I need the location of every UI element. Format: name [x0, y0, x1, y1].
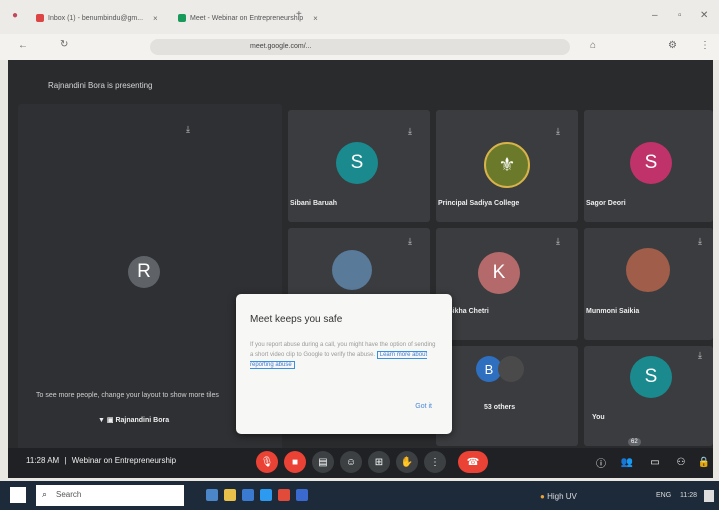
app-icon[interactable] [296, 489, 308, 501]
maximize-icon[interactable]: ▫ [678, 10, 682, 21]
menu-dots-icon[interactable]: ⋮ [700, 40, 710, 51]
separator: | [64, 456, 67, 465]
participant-name: Sikha Chetri [448, 308, 489, 315]
captions-button[interactable]: ▤ [312, 451, 334, 473]
participant-name: Sagor Deori [586, 200, 626, 207]
taskbar-search[interactable]: ⌕ Search [36, 485, 184, 506]
meeting-title: Webinar on Entrepreneurship [71, 456, 177, 465]
present-button[interactable]: ⊞ [368, 451, 390, 473]
avatar-s: S [630, 142, 672, 184]
system-clock[interactable]: 11:28 [680, 492, 697, 499]
store-icon[interactable] [242, 489, 254, 501]
participant-name: Principal Sadiya College [438, 200, 520, 207]
refresh-icon[interactable]: ↻ [60, 39, 68, 50]
meet-icon [178, 14, 186, 22]
got-it-button[interactable]: Got it [415, 403, 432, 410]
tab-meet-label: Meet - Webinar on Entrepreneurship [190, 14, 304, 22]
new-tab-icon[interactable]: + [296, 9, 302, 20]
participant-count-badge: 62 [628, 438, 641, 446]
extensions-icon[interactable]: ⚙ [668, 40, 677, 51]
file-explorer-icon[interactable] [224, 489, 236, 501]
college-logo-icon: ⚜ [484, 142, 530, 188]
tab-inbox[interactable]: Inbox (1) - benumbindu@gm... × [36, 8, 158, 28]
camera-off-button[interactable]: ■ [284, 451, 306, 473]
info-icon[interactable]: ⓘ [590, 451, 612, 473]
tab-close-icon[interactable]: × [313, 14, 318, 23]
pin-icon[interactable]: ⤓ [698, 350, 702, 361]
pin-icon[interactable]: ⤓ [408, 236, 412, 247]
browser-menu-icon[interactable]: ● [12, 10, 18, 21]
language-indicator[interactable]: ENG [656, 492, 671, 499]
notification-icon[interactable] [704, 490, 714, 502]
people-icon[interactable]: 👥 [616, 451, 638, 473]
participant-photo-icon [626, 248, 670, 292]
chat-icon[interactable]: ▭ [644, 451, 666, 473]
others-count: 53 others [484, 404, 516, 411]
meeting-info: 11:28 AM | Webinar on Entrepreneurship [26, 456, 176, 465]
back-icon[interactable]: ← [18, 40, 28, 51]
minimize-icon[interactable]: – [652, 10, 658, 21]
gmail-icon [36, 14, 44, 22]
pin-icon[interactable]: ⤓ [556, 126, 560, 137]
activities-icon[interactable]: ⚇ [670, 451, 692, 473]
chrome-icon[interactable] [278, 489, 290, 501]
raise-hand-button[interactable]: ✋ [396, 451, 418, 473]
pin-icon[interactable]: ⤓ [556, 236, 560, 247]
presenter-label: ▼ ▣ Rajnandini Bora [98, 416, 169, 424]
mic-off-button[interactable]: 🎙 [256, 451, 278, 473]
weather-label: ● High UV [540, 492, 577, 501]
dialog-body: If you report abuse during a call, you m… [250, 340, 436, 370]
host-controls-icon[interactable]: 🔒 [696, 451, 712, 473]
avatar-s: S [630, 356, 672, 398]
taskview-icon[interactable] [206, 489, 218, 501]
dialog-title: Meet keeps you safe [250, 314, 343, 325]
tab-inbox-label: Inbox (1) - benumbindu@gm... [48, 14, 144, 22]
avatar-r: R [128, 256, 160, 288]
browser-tab-bar: ● Inbox (1) - benumbindu@gm... × Meet - … [0, 0, 719, 34]
emoji-button[interactable]: ☺ [340, 451, 362, 473]
avatar-photo-icon [498, 356, 524, 382]
pin-icon[interactable]: ⤓ [186, 124, 190, 135]
self-name: You [592, 414, 605, 421]
weather-icon: ● [540, 492, 545, 501]
close-window-icon[interactable]: ✕ [700, 10, 708, 21]
pin-icon[interactable]: ⤓ [408, 126, 412, 137]
pin-icon[interactable]: ⤓ [698, 236, 702, 247]
more-options-button[interactable]: ⋮ [424, 451, 446, 473]
participant-name: Munmoni Saikia [586, 308, 640, 315]
search-icon: ⌕ [42, 489, 48, 499]
presenter-name: Rajnandini Bora [115, 417, 170, 424]
url-field[interactable]: meet.google.com/... [150, 39, 570, 55]
weather-text: High UV [547, 492, 577, 501]
layout-hint: To see more people, change your layout t… [36, 392, 219, 399]
video-thumbnail-icon [332, 250, 372, 290]
home-icon[interactable]: ⌂ [590, 40, 596, 51]
avatar-k: K [478, 252, 520, 294]
meeting-time: 11:28 AM [26, 456, 60, 465]
tab-close-icon[interactable]: × [153, 14, 158, 23]
presenting-banner: Rajnandini Bora is presenting [48, 81, 153, 90]
safety-dialog: Meet keeps you safe If you report abuse … [236, 294, 452, 434]
edge-icon[interactable] [260, 489, 272, 501]
end-call-button[interactable]: ☎ [458, 451, 488, 473]
avatar-s: S [336, 142, 378, 184]
mic-icon: ▼ ▣ [98, 417, 116, 424]
search-placeholder: Search [56, 490, 82, 499]
participant-name: Sibani Baruah [290, 200, 338, 207]
windows-start-icon[interactable] [10, 487, 26, 503]
